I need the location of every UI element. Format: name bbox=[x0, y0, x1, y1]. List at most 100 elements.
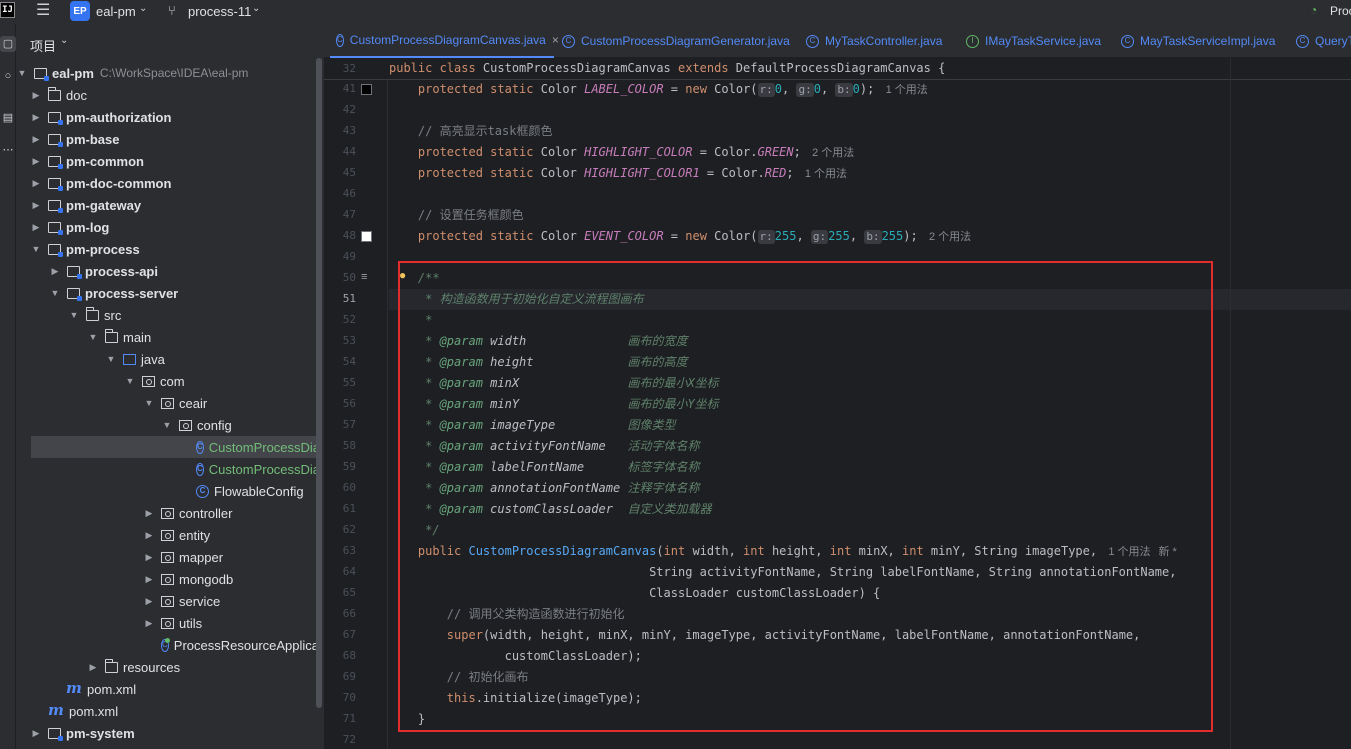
tree-item-pm-authorization[interactable]: ▶ pm-authorization bbox=[16, 106, 316, 128]
chevron-down-icon[interactable]: ▼ bbox=[105, 354, 117, 364]
tree-item-config[interactable]: ▼ config bbox=[16, 414, 316, 436]
tree-item-application[interactable]: CProcessResourceApplication bbox=[16, 634, 316, 656]
chevron-right-icon[interactable]: ▶ bbox=[30, 90, 42, 101]
tree-item-pom-server[interactable]: m pom.xml bbox=[16, 678, 316, 700]
color-swatch-label[interactable] bbox=[361, 84, 372, 95]
tree-item-pm-base[interactable]: ▶ pm-base bbox=[16, 128, 316, 150]
tree-item-pm-log[interactable]: ▶ pm-log bbox=[16, 216, 316, 238]
tree-item-label: pm-common bbox=[66, 153, 144, 169]
tree-item-ceair[interactable]: ▼ ceair bbox=[16, 392, 316, 414]
tree-item-pm-doc-common[interactable]: ▶ pm-doc-common bbox=[16, 172, 316, 194]
run-config-icon[interactable]: ◔ bbox=[1310, 3, 1317, 17]
chevron-right-icon[interactable]: ▶ bbox=[49, 266, 61, 277]
chevron-right-icon[interactable]: ▶ bbox=[143, 618, 155, 629]
usages-hint[interactable]: 2 个用法 bbox=[812, 147, 854, 159]
chevron-right-icon[interactable]: ▶ bbox=[143, 530, 155, 541]
tree-item-src[interactable]: ▼ src bbox=[16, 304, 316, 326]
chevron-down-icon[interactable]: ⌄ bbox=[60, 35, 68, 46]
chevron-down-icon[interactable]: ⌄ bbox=[252, 3, 260, 14]
structure-icon[interactable]: ▤ bbox=[0, 110, 16, 126]
tree-item-flowable-config[interactable]: C FlowableConfig bbox=[31, 480, 316, 502]
chevron-down-icon[interactable]: ▼ bbox=[68, 310, 80, 320]
project-badge[interactable]: EP bbox=[70, 1, 90, 21]
tree-item-pom-process[interactable]: m pom.xml bbox=[16, 700, 316, 722]
chevron-down-icon[interactable]: ⌄ bbox=[139, 3, 147, 14]
tree-item-mongodb[interactable]: ▶ mongodb bbox=[16, 568, 316, 590]
close-icon[interactable]: × bbox=[552, 33, 559, 47]
tree-item-com[interactable]: ▼ com bbox=[16, 370, 316, 392]
line-number: 43 bbox=[342, 124, 356, 137]
interface-icon: I bbox=[966, 34, 979, 48]
usages-hint[interactable]: 2 个用法 bbox=[929, 231, 971, 243]
sticky-class-header[interactable]: 32 public class CustomProcessDiagramCanv… bbox=[324, 58, 1351, 80]
color-swatch-event[interactable] bbox=[361, 231, 372, 242]
commit-icon[interactable]: ○ bbox=[0, 68, 16, 84]
tab-imay-task-service[interactable]: I IMayTaskService.java bbox=[966, 24, 1101, 58]
chevron-right-icon[interactable]: ▶ bbox=[30, 178, 42, 189]
line-number: 68 bbox=[342, 649, 356, 662]
chevron-right-icon[interactable]: ▶ bbox=[143, 596, 155, 607]
chevron-down-icon[interactable]: ▼ bbox=[30, 244, 42, 254]
project-name[interactable]: eal-pm bbox=[96, 4, 136, 19]
chevron-down-icon[interactable]: ▼ bbox=[49, 288, 61, 298]
chevron-right-icon[interactable]: ▶ bbox=[30, 200, 42, 211]
tree-item-pm-gateway[interactable]: ▶ pm-gateway bbox=[16, 194, 316, 216]
panel-title[interactable]: 项目 bbox=[30, 36, 56, 55]
chevron-down-icon[interactable]: ▼ bbox=[16, 68, 28, 78]
branch-icon[interactable]: ⑂ bbox=[168, 3, 176, 18]
tree-item-pm-common[interactable]: ▶ pm-common bbox=[16, 150, 316, 172]
line-gutter[interactable]: 41 42 43 44 45 46 47 48 49 50 51 52 53 5… bbox=[324, 58, 388, 749]
chevron-right-icon[interactable]: ▶ bbox=[143, 574, 155, 585]
doc-render-icon[interactable]: ≡ bbox=[361, 271, 367, 283]
chevron-down-icon[interactable]: ▼ bbox=[161, 420, 173, 430]
tree-root[interactable]: ▼ eal-pm C:\WorkSpace\IDEA\eal-pm bbox=[16, 62, 316, 84]
chevron-right-icon[interactable]: ▶ bbox=[30, 728, 42, 739]
tree-item-utils[interactable]: ▶ utils bbox=[16, 612, 316, 634]
tree-item-mapper[interactable]: ▶ mapper bbox=[16, 546, 316, 568]
chevron-right-icon[interactable]: ▶ bbox=[30, 134, 42, 145]
code-comment: // 高亮显示task框颜色 bbox=[417, 124, 553, 138]
tab-my-task-controller[interactable]: C MyTaskController.java bbox=[806, 24, 942, 58]
usages-hint[interactable]: 1 个用法 bbox=[805, 168, 847, 180]
tree-item-process-server[interactable]: ▼ process-server bbox=[16, 282, 316, 304]
line-number: 48 bbox=[342, 229, 356, 242]
project-folder-icon[interactable]: ▢ bbox=[0, 36, 16, 52]
tree-item-resources[interactable]: ▶ resources bbox=[16, 656, 316, 678]
panel-scrollbar[interactable] bbox=[316, 58, 322, 708]
chevron-right-icon[interactable]: ▶ bbox=[30, 156, 42, 167]
tab-custom-canvas[interactable]: C CustomProcessDiagramCanvas.java × bbox=[330, 24, 559, 58]
tree-item-java[interactable]: ▼ java bbox=[16, 348, 316, 370]
tree-item-process-api[interactable]: ▶ process-api bbox=[16, 260, 316, 282]
tree-item-doc[interactable]: ▶ doc bbox=[16, 84, 316, 106]
maven-icon: m bbox=[48, 701, 64, 719]
chevron-right-icon[interactable]: ▶ bbox=[143, 552, 155, 563]
module-icon bbox=[48, 177, 63, 191]
chevron-right-icon[interactable]: ▶ bbox=[87, 662, 99, 673]
module-icon bbox=[48, 221, 63, 235]
branch-name[interactable]: process-11 bbox=[188, 4, 251, 19]
tree-item-controller[interactable]: ▶ controller bbox=[16, 502, 316, 524]
chevron-right-icon[interactable]: ▶ bbox=[30, 112, 42, 123]
tree-item-main[interactable]: ▼ main bbox=[16, 326, 316, 348]
chevron-right-icon[interactable]: ▶ bbox=[143, 508, 155, 519]
tree-item-custom-canvas[interactable]: C CustomProcessDiagramCanvas bbox=[31, 436, 316, 458]
tab-query[interactable]: C QueryT bbox=[1296, 24, 1351, 58]
tree-item-pm-system[interactable]: ▶ pm-system bbox=[16, 722, 316, 744]
more-icon[interactable]: ⋯ bbox=[0, 142, 16, 158]
tab-custom-generator[interactable]: C CustomProcessDiagramGenerator.java bbox=[562, 24, 790, 58]
chevron-down-icon[interactable]: ▼ bbox=[143, 398, 155, 408]
main-menu-icon[interactable]: ☰ bbox=[36, 3, 50, 19]
run-config-name[interactable]: Proc bbox=[1330, 4, 1351, 18]
tree-item-service[interactable]: ▶ service bbox=[16, 590, 316, 612]
title-bar: IJ ☰ EP eal-pm ⌄ ⑂ process-11 ⌄ ◔ Proc bbox=[0, 0, 1351, 24]
usages-hint[interactable]: 1 个用法 bbox=[886, 84, 928, 96]
tree-item-entity[interactable]: ▶ entity bbox=[16, 524, 316, 546]
folder-icon bbox=[86, 307, 99, 321]
tree-item-pm-process[interactable]: ▼ pm-process bbox=[16, 238, 316, 260]
chevron-down-icon[interactable]: ▼ bbox=[124, 376, 136, 386]
chevron-right-icon[interactable]: ▶ bbox=[30, 222, 42, 233]
folder-icon bbox=[48, 87, 61, 101]
chevron-down-icon[interactable]: ▼ bbox=[87, 332, 99, 342]
tab-may-task-service-impl[interactable]: C MayTaskServiceImpl.java bbox=[1121, 24, 1275, 58]
tree-item-custom-generator[interactable]: C CustomProcessDiagramGenerator bbox=[31, 458, 316, 480]
